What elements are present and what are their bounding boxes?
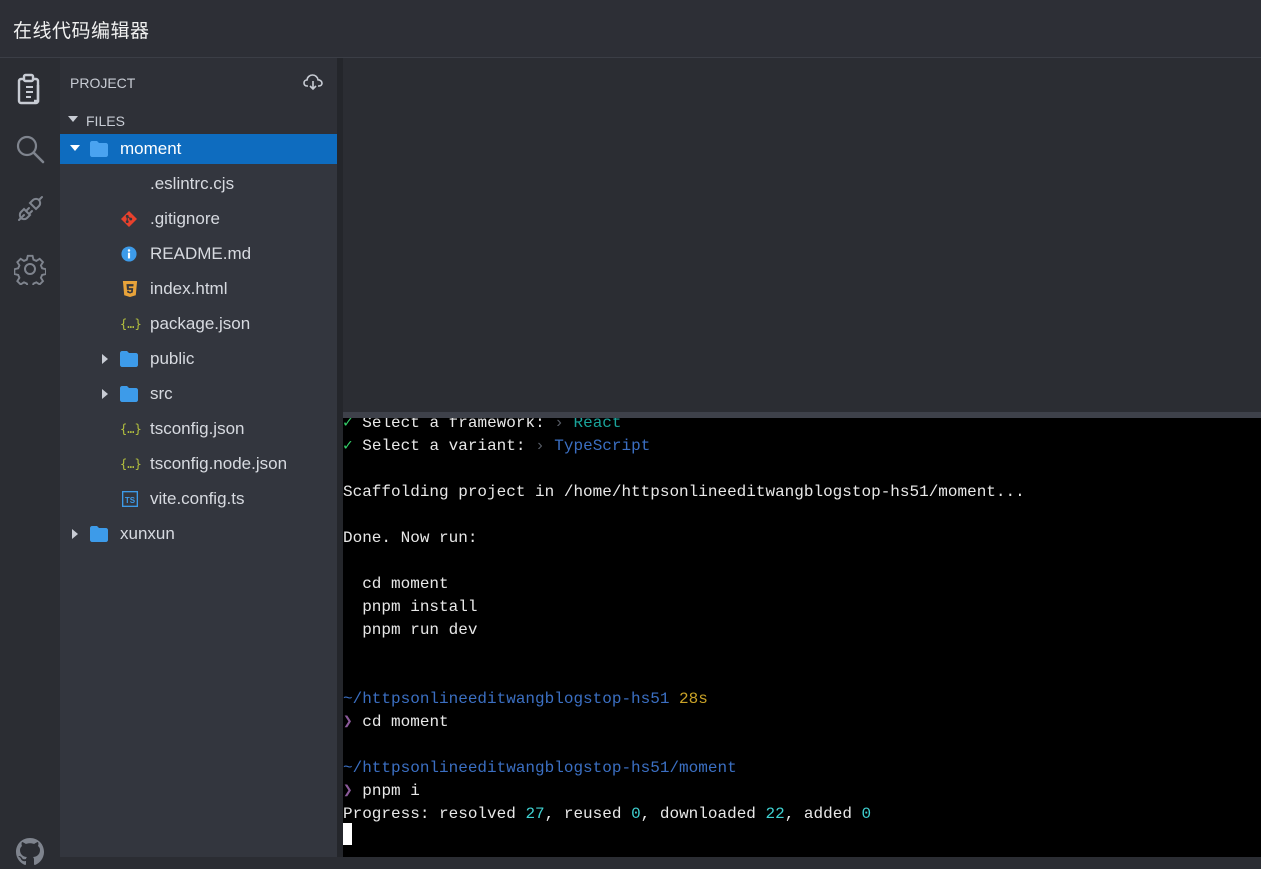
chevron-right-icon xyxy=(102,354,108,364)
terminal-text: ✓ xyxy=(343,418,353,432)
tree-item-label: src xyxy=(150,384,173,403)
terminal-line: ~/httpsonlineeditwangblogstop-hs51 28s xyxy=(343,688,708,711)
terminal-text: 27 xyxy=(525,805,545,823)
terminal-text: Progress: resolved xyxy=(343,805,526,823)
terminal-text: Select a variant: xyxy=(352,437,536,455)
terminal-text: ~/httpsonlineeditwangblogstop-hs51/momen… xyxy=(343,759,737,777)
terminal-line: Scaffolding project in /home/httpsonline… xyxy=(343,481,1025,504)
terminal-line: cd moment xyxy=(343,573,449,596)
tree-item-label: index.html xyxy=(150,279,228,298)
chevron-down-icon xyxy=(70,145,80,151)
json-icon: {…} xyxy=(120,422,142,436)
explorer-icon[interactable] xyxy=(13,72,47,106)
terminal-line: pnpm install xyxy=(343,596,477,619)
terminal-text: Scaffolding project in /home/httpsonline… xyxy=(343,483,1025,501)
terminal-text: cd moment xyxy=(343,575,449,593)
info-icon xyxy=(121,246,137,262)
terminal-line: Progress: resolved 27, reused 0, downloa… xyxy=(343,803,871,826)
file-explorer: PROJECT FILES moment .eslintrc.cjs .giti… xyxy=(60,58,337,857)
folder-icon xyxy=(90,141,108,157)
terminal-text: 28s xyxy=(669,690,708,708)
editor-area[interactable] xyxy=(343,58,1261,412)
terminal-text: pnpm i xyxy=(352,782,420,800)
tree-file-vite-config[interactable]: TS vite.config.ts xyxy=(60,484,337,514)
terminal-text: › xyxy=(535,437,545,455)
tree-folder-moment[interactable]: moment xyxy=(60,134,337,164)
tree-folder-public[interactable]: public xyxy=(60,344,337,374)
tree-file-gitignore[interactable]: .gitignore xyxy=(60,204,337,234)
git-icon xyxy=(121,211,137,227)
terminal-text: , reused xyxy=(544,805,632,823)
tree-item-label: vite.config.ts xyxy=(150,489,245,508)
tree-item-label: public xyxy=(150,349,195,368)
terminal-text: 0 xyxy=(631,805,641,823)
terminal-text: , added xyxy=(784,805,862,823)
chevron-right-icon xyxy=(72,529,78,539)
gear-icon[interactable] xyxy=(13,252,47,286)
files-section-label: FILES xyxy=(86,113,125,129)
terminal-text: , downloaded xyxy=(640,805,766,823)
cloud-download-icon[interactable] xyxy=(303,73,323,91)
folder-icon xyxy=(90,526,108,542)
terminal-cursor xyxy=(343,823,352,845)
terminal-text: 22 xyxy=(765,805,785,823)
terminal-text: TypeScript xyxy=(544,437,651,455)
chevron-right-icon xyxy=(102,389,108,399)
tree-item-label: README.md xyxy=(150,244,252,263)
tree-item-label: tsconfig.json xyxy=(150,419,245,438)
terminal-text: Select a framework: xyxy=(352,418,555,432)
terminal[interactable]: ✓ Select a framework: › React ✓ Select a … xyxy=(343,418,1261,857)
terminal-line: ✓ Select a framework: › React xyxy=(343,418,622,435)
app-title: 在线代码编辑器 xyxy=(13,21,150,42)
folder-icon xyxy=(120,351,138,367)
tree-item-label: package.json xyxy=(150,314,251,333)
activity-bar xyxy=(0,58,60,865)
terminal-text: 0 xyxy=(861,805,872,823)
terminal-line: ✓ Select a variant: › TypeScript xyxy=(343,435,650,458)
chevron-down-icon xyxy=(68,116,78,122)
tree-file-tsconfig-json[interactable]: {…} tsconfig.json xyxy=(60,414,337,444)
terminal-text: › xyxy=(554,418,564,432)
terminal-text: ✓ xyxy=(343,437,353,455)
html5-icon xyxy=(122,281,138,297)
terminal-text: cd moment xyxy=(352,713,449,731)
terminal-text: pnpm run dev xyxy=(343,621,478,639)
tree-item-label: .eslintrc.cjs xyxy=(150,174,235,193)
tree-item-label: moment xyxy=(120,139,182,158)
terminal-line: Done. Now run: xyxy=(343,527,477,550)
tree-item-label: tsconfig.node.json xyxy=(150,454,288,473)
json-icon: {…} xyxy=(120,317,142,331)
title-bar: 在线代码编辑器 xyxy=(0,0,1261,58)
terminal-text: React xyxy=(563,418,622,432)
terminal-line: ❯ pnpm i xyxy=(343,780,420,803)
tree-file-index-html[interactable]: index.html xyxy=(60,274,337,304)
terminal-text: ❯ xyxy=(343,782,353,800)
terminal-text: ~/httpsonlineeditwangblogstop-hs51 xyxy=(343,690,670,708)
folder-icon xyxy=(120,386,138,402)
typescript-icon: TS xyxy=(122,491,138,507)
project-title: PROJECT xyxy=(70,75,136,91)
tree-file-readme[interactable]: README.md xyxy=(60,239,337,269)
terminal-text: pnpm install xyxy=(343,598,478,616)
svg-text:TS: TS xyxy=(125,496,136,505)
tree-folder-xunxun[interactable]: xunxun xyxy=(60,519,337,549)
terminal-text: ❯ xyxy=(343,713,353,731)
search-icon[interactable] xyxy=(13,132,47,166)
tree-file-package-json[interactable]: {…} package.json xyxy=(60,309,337,339)
tree-item-label: .gitignore xyxy=(150,209,220,228)
terminal-text: Done. Now run: xyxy=(343,529,478,547)
terminal-line: ❯ cd moment xyxy=(343,711,449,734)
tree-folder-src[interactable]: src xyxy=(60,379,337,409)
tree-item-label: xunxun xyxy=(120,524,175,543)
github-icon[interactable] xyxy=(13,835,47,869)
project-header: PROJECT xyxy=(60,58,337,107)
tree-file-eslintrc[interactable]: .eslintrc.cjs xyxy=(60,169,337,199)
terminal-line: ~/httpsonlineeditwangblogstop-hs51/momen… xyxy=(343,757,737,780)
files-section-toggle[interactable]: FILES xyxy=(60,107,337,134)
terminal-line: pnpm run dev xyxy=(343,619,477,642)
plug-icon[interactable] xyxy=(13,192,47,226)
json-icon: {…} xyxy=(120,457,142,471)
tree-file-tsconfig-node-json[interactable]: {…} tsconfig.node.json xyxy=(60,449,337,479)
